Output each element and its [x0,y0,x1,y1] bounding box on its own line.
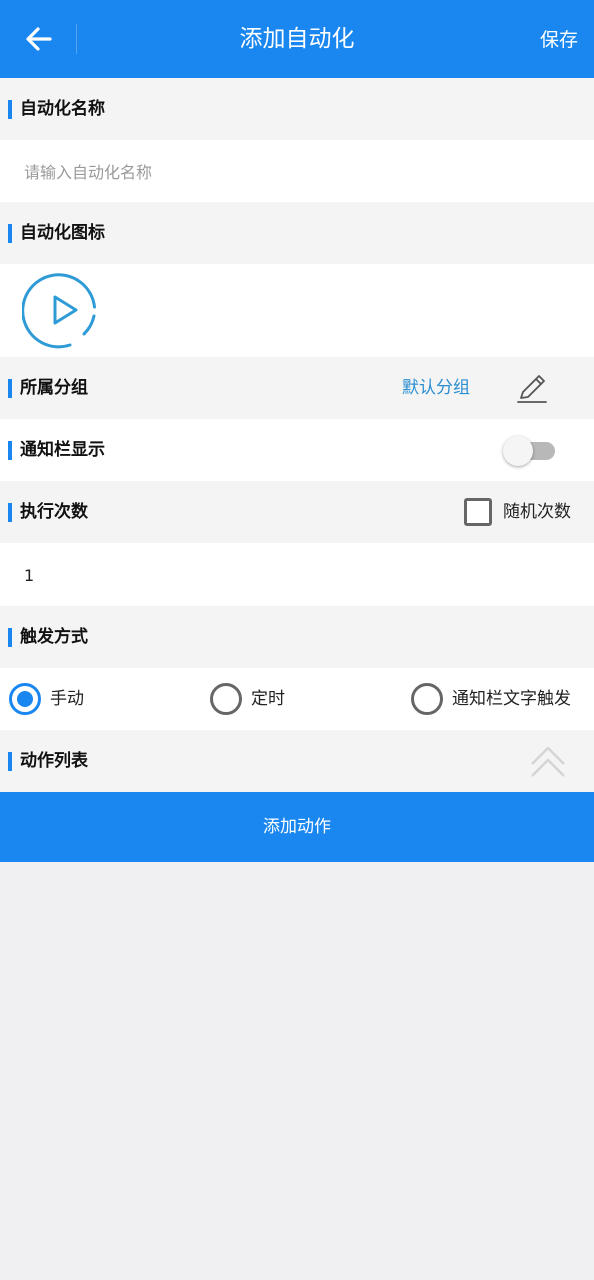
add-action-button[interactable]: 添加动作 [0,792,594,862]
trigger-manual-radio[interactable] [9,683,41,715]
section-label-name: 自动化名称 [20,99,105,119]
toggle-knob [503,436,533,466]
section-accent-bar [8,379,12,398]
section-accent-bar [8,100,12,119]
notification-toggle[interactable] [503,436,555,466]
section-header-group: 所属分组 默认分组 [0,357,594,419]
name-input-row [0,140,594,202]
exec-count-input[interactable] [24,561,570,589]
trigger-timed-radio[interactable] [210,683,242,715]
pencil-icon[interactable] [515,372,549,406]
double-chevron-up-icon[interactable] [528,742,568,782]
play-circle-icon[interactable] [22,272,100,350]
section-label-trigger: 触发方式 [20,627,88,647]
section-label-actions: 动作列表 [20,751,88,771]
top-app-bar: 添加自动化 保存 [0,0,594,78]
section-label-notification: 通知栏显示 [20,440,105,460]
icon-picker-row [0,264,594,357]
trigger-timed-label: 定时 [251,689,285,709]
section-label-icon: 自动化图标 [20,223,105,243]
section-header-actions: 动作列表 [0,730,594,792]
section-accent-bar [8,752,12,771]
random-count-checkbox[interactable] [464,498,492,526]
automation-name-input[interactable] [24,158,570,186]
exec-count-row [0,543,594,606]
random-count-label: 随机次数 [503,502,571,522]
section-header-name: 自动化名称 [0,78,594,140]
section-accent-bar [8,441,12,460]
trigger-notification-text-radio[interactable] [411,683,443,715]
trigger-notification-text-label: 通知栏文字触发 [452,689,571,709]
section-label-group: 所属分组 [20,378,88,398]
section-header-trigger: 触发方式 [0,606,594,668]
group-value-link[interactable]: 默认分组 [402,374,470,402]
page-title: 添加自动化 [239,26,355,52]
section-label-exec-count: 执行次数 [20,502,88,522]
radio-selected-dot [17,691,33,707]
trigger-manual-label: 手动 [50,689,84,709]
section-accent-bar [8,503,12,522]
section-header-icon: 自动化图标 [0,202,594,264]
section-accent-bar [8,224,12,243]
section-accent-bar [8,628,12,647]
save-button[interactable]: 保存 [540,26,578,54]
